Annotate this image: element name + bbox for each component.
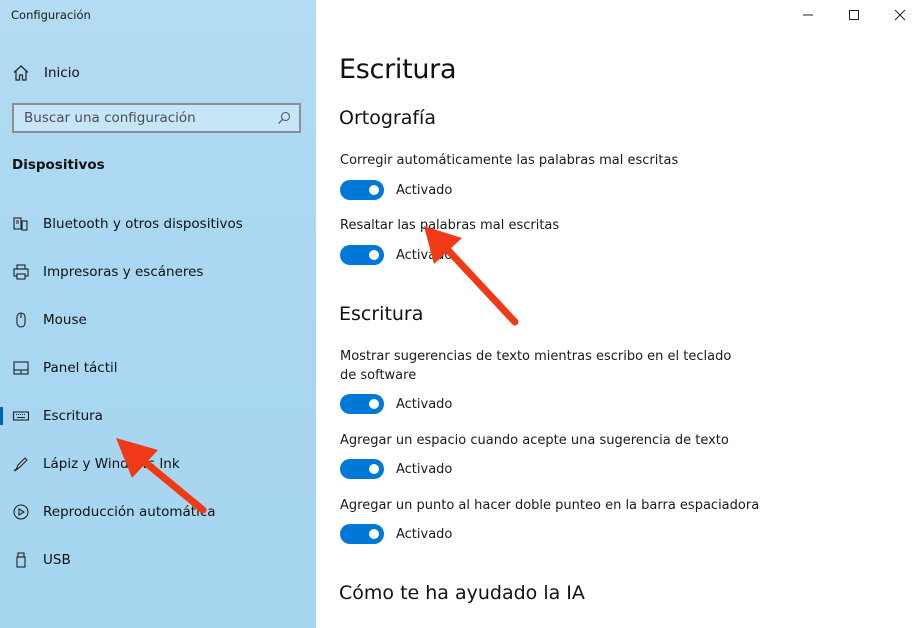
home-button[interactable]: Inicio	[12, 62, 80, 84]
sidebar-item-printers[interactable]: Impresoras y escáneres	[0, 254, 316, 290]
sidebar-item-label: USB	[43, 552, 71, 568]
printer-icon	[12, 263, 30, 281]
toggle-knob	[369, 399, 379, 409]
home-icon	[13, 65, 29, 81]
add-space-toggle[interactable]	[340, 459, 384, 479]
sidebar-item-bluetooth[interactable]: Bluetooth y otros dispositivos	[0, 206, 316, 242]
sidebar-item-label: Lápiz y Windows Ink	[43, 456, 180, 472]
toggle-row-add-space: Activado	[340, 459, 452, 479]
toggle-knob	[369, 529, 379, 539]
toggle-state-label: Activado	[396, 247, 453, 263]
touchpad-icon	[12, 359, 30, 377]
suggestions-toggle[interactable]	[340, 394, 384, 414]
page-title: Escritura	[339, 54, 457, 85]
sidebar: Configuración Inicio Dispositivos Blueto…	[0, 0, 316, 628]
search-box[interactable]	[12, 103, 301, 133]
toggle-knob	[369, 464, 379, 474]
sidebar-item-pen[interactable]: Lápiz y Windows Ink	[0, 446, 316, 482]
minimize-icon	[803, 14, 813, 16]
minimize-button[interactable]	[785, 0, 831, 30]
setting-label-autocorrect: Corregir automáticamente las palabras ma…	[340, 153, 679, 168]
section-title: Dispositivos	[12, 157, 105, 173]
toggle-knob	[369, 185, 379, 195]
sidebar-item-label: Panel táctil	[43, 360, 118, 376]
sidebar-item-label: Bluetooth y otros dispositivos	[43, 216, 243, 232]
home-label: Inicio	[44, 65, 80, 81]
toggle-state-label: Activado	[396, 461, 453, 477]
annotation-arrow-highlight	[424, 226, 519, 326]
toggle-row-double-tap-period: Activado	[340, 524, 452, 544]
section-heading-typing: Escritura	[339, 303, 424, 325]
keyboard-icon	[12, 407, 30, 425]
highlight-toggle[interactable]	[340, 245, 384, 265]
toggle-state-label: Activado	[396, 396, 453, 412]
close-button[interactable]	[877, 0, 923, 30]
setting-label-highlight: Resaltar las palabras mal escritas	[340, 218, 560, 233]
toggle-row-highlight: Activado	[340, 245, 452, 265]
bluetooth-devices-icon	[12, 215, 30, 233]
sidebar-item-label: Mouse	[43, 312, 87, 328]
sidebar-item-label: Impresoras y escáneres	[43, 264, 204, 280]
close-icon	[894, 9, 906, 21]
setting-label-suggestions: Mostrar sugerencias de texto mientras es…	[340, 349, 732, 383]
sidebar-item-label: Reproducción automática	[43, 504, 216, 520]
sidebar-item-usb[interactable]: USB	[0, 542, 316, 578]
autoplay-icon	[12, 503, 30, 521]
pen-icon	[12, 455, 30, 473]
toggle-row-suggestions: Activado	[340, 394, 452, 414]
autocorrect-toggle[interactable]	[340, 180, 384, 200]
search-icon[interactable]	[277, 111, 291, 125]
sidebar-item-autoplay[interactable]: Reproducción automática	[0, 494, 316, 530]
sidebar-item-label: Escritura	[43, 408, 103, 424]
double-tap-period-toggle[interactable]	[340, 524, 384, 544]
sidebar-item-typing[interactable]: Escritura	[0, 398, 316, 434]
toggle-row-autocorrect: Activado	[340, 180, 452, 200]
sidebar-item-mouse[interactable]: Mouse	[0, 302, 316, 338]
section-heading-ai-help: Cómo te ha ayudado la IA	[339, 582, 585, 604]
mouse-icon	[12, 311, 30, 329]
maximize-button[interactable]	[831, 0, 877, 30]
toggle-state-label: Activado	[396, 526, 453, 542]
maximize-icon	[849, 10, 859, 20]
setting-label-double-tap-period: Agregar un punto al hacer doble punteo e…	[340, 498, 760, 513]
window-title: Configuración	[11, 8, 91, 22]
section-heading-spelling: Ortografía	[339, 107, 436, 129]
toggle-knob	[369, 250, 379, 260]
usb-icon	[12, 551, 30, 569]
search-input[interactable]	[24, 110, 277, 126]
setting-label-add-space: Agregar un espacio cuando acepte una sug…	[340, 433, 729, 448]
toggle-state-label: Activado	[396, 182, 453, 198]
sidebar-item-touchpad[interactable]: Panel táctil	[0, 350, 316, 386]
